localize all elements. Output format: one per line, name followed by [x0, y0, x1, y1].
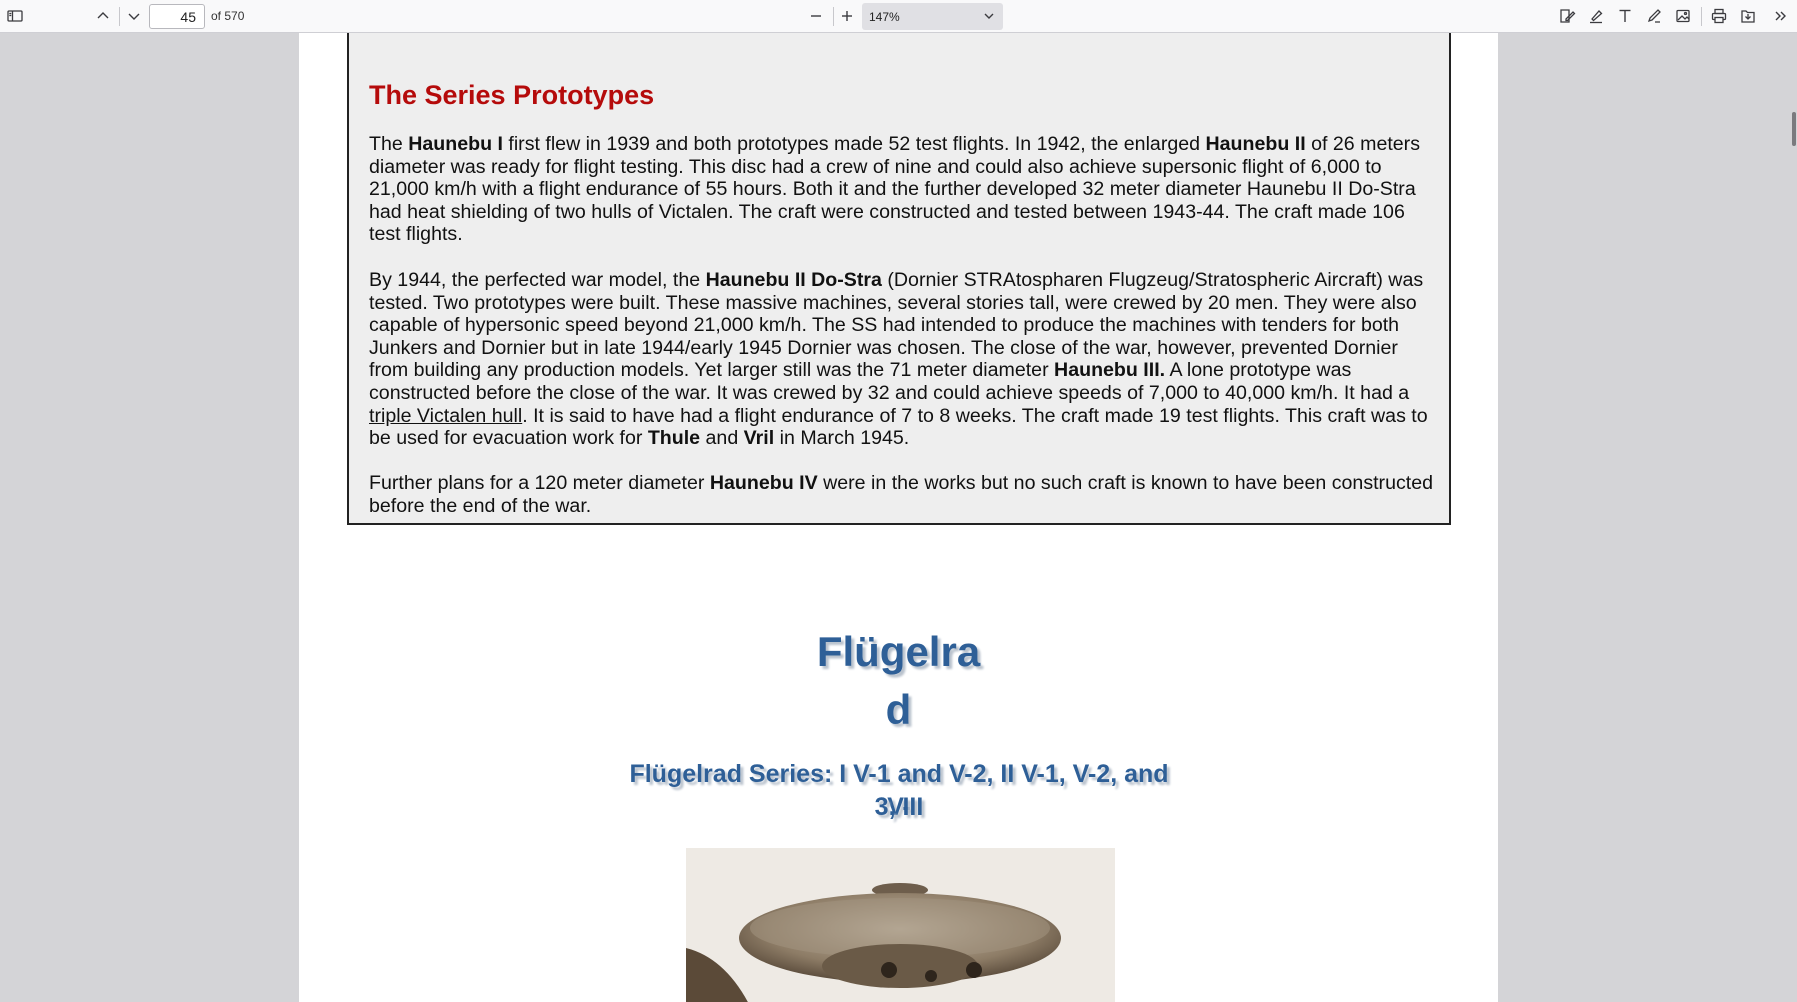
sidebar-toggle-icon[interactable]	[2, 4, 28, 28]
subheading-line-2: 3, III	[874, 793, 924, 821]
paragraph-2: By 1944, the perfected war model, the Ha…	[369, 269, 1428, 450]
text-tool-icon[interactable]	[1612, 4, 1638, 28]
image-icon[interactable]	[1670, 4, 1696, 28]
section-title: The Series Prototypes	[369, 80, 655, 110]
triple-victalen-link[interactable]: triple Victalen hull	[369, 405, 522, 427]
highlight-icon[interactable]	[1583, 4, 1609, 28]
saucer-illustration	[686, 848, 1115, 1002]
toolbar-separator	[1701, 7, 1702, 26]
zoom-select[interactable]: 147%	[862, 3, 1003, 30]
paragraph-3: Further plans for a 120 meter diameter H…	[369, 472, 1434, 517]
draw-icon[interactable]	[1641, 4, 1667, 28]
heading-line-1: Flügelra	[816, 628, 981, 675]
print-icon[interactable]	[1706, 4, 1732, 28]
form-fill-icon[interactable]	[1554, 4, 1580, 28]
zoom-value: 147%	[869, 10, 900, 24]
plus-icon[interactable]	[834, 4, 860, 28]
scrollbar-thumb[interactable]	[1792, 112, 1796, 146]
toolbar-separator	[119, 7, 120, 26]
page-number-input[interactable]	[149, 4, 205, 29]
pdf-toolbar: of 570 147%	[0, 0, 1797, 33]
pdf-page: The Series Prototypes The Haunebu I firs…	[299, 33, 1498, 1002]
more-tools-icon[interactable]	[1768, 4, 1794, 28]
chevron-up-icon[interactable]	[90, 4, 116, 28]
paragraph-1: The Haunebu I first flew in 1939 and bot…	[369, 133, 1421, 246]
flugelrad-photo	[686, 848, 1115, 1002]
chevron-down-icon[interactable]	[121, 4, 147, 28]
chevron-down-icon	[984, 13, 994, 19]
page-count-label: of 570	[211, 9, 245, 23]
save-icon[interactable]	[1735, 4, 1761, 28]
heading-line-2: d	[885, 686, 912, 733]
minus-icon[interactable]	[803, 4, 829, 28]
